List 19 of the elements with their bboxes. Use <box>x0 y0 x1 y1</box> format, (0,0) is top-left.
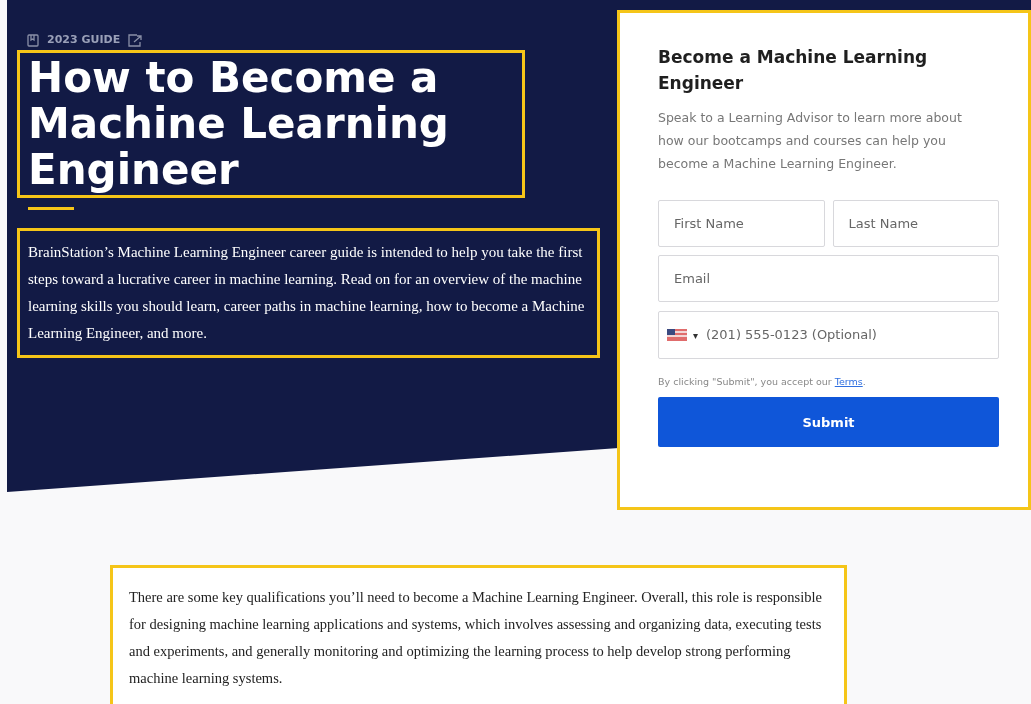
consent-text: By clicking "Submit", you accept our Terms. <box>658 375 867 389</box>
flag-icon <box>667 329 687 341</box>
text-field[interactable]: Last Name <box>832 200 999 247</box>
phone-input[interactable]: (201) 555-0123 (Optional) <box>706 325 990 345</box>
body-paragraph: There are some key qualifications you’ll need to become a Machine Learning Engineer. Overall, this role is responsible for designing machine learning applications and systems, which involves assessing and organizing data, executing tests and experiments, and generally monitoring and optimizing the learning process to help develop strong performing machine learning systems. <box>129 588 823 688</box>
form-description: Speak to a Learning Advisor to learn more about how our bootcamps and courses can help you become a Machine Learning Engineer. <box>658 109 963 173</box>
page-title: How to Become a Machine Learning Engineer <box>28 55 450 193</box>
submit-button[interactable]: Submit <box>658 397 999 448</box>
book-icon <box>27 33 39 47</box>
terms-link[interactable]: Terms <box>834 376 863 387</box>
country-caret[interactable]: ▾ <box>693 327 698 343</box>
text-field[interactable]: Email <box>658 255 999 302</box>
share-icon[interactable] <box>128 33 144 47</box>
phone-field[interactable]: ▾ (201) 555-0123 (Optional) <box>658 311 999 359</box>
intro-paragraph: BrainStation’s Machine Learning Engineer career guide is intended to help you take the first steps toward a lucrative career in machine learning. Read on for an overview of the machine learning skills you should learn, career paths in machine learning, how to become a Machine Learning Engineer, and more. <box>28 243 586 343</box>
guide-eyebrow: 2023 GUIDE <box>47 31 121 48</box>
text-field[interactable]: First Name <box>658 200 825 247</box>
form-title: Become a Machine Learning Engineer <box>658 46 929 95</box>
title-underline <box>28 207 74 210</box>
